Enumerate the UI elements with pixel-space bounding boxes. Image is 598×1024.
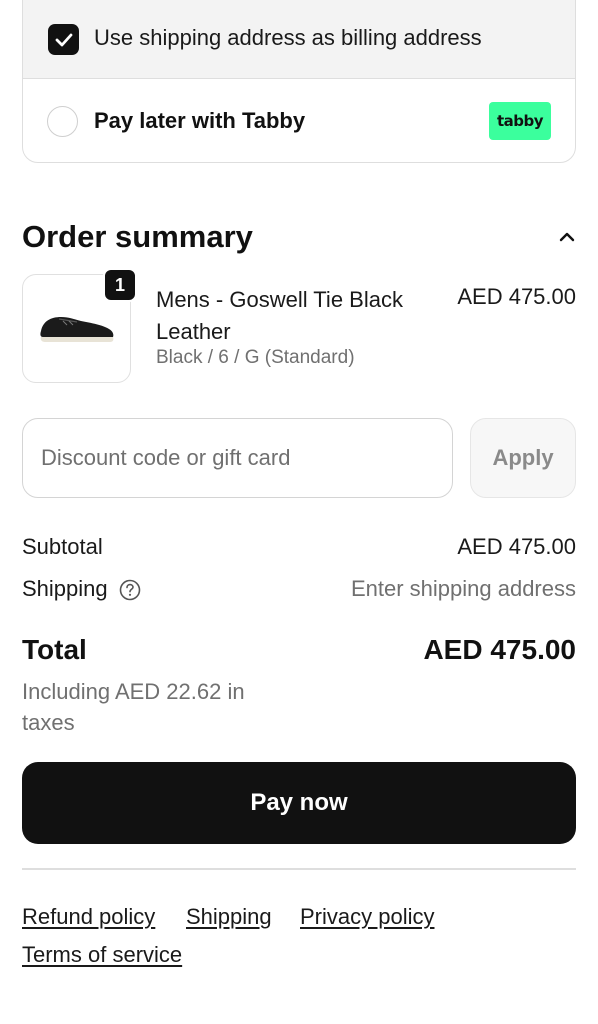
- shoe-image: [39, 316, 113, 342]
- subtotal-label: Subtotal: [22, 534, 103, 559]
- billing-same-option[interactable]: Use shipping address as billing address: [23, 0, 575, 79]
- product-name: Mens - Goswell Tie Black Leather: [156, 287, 403, 344]
- refund-policy-link[interactable]: Refund policy: [22, 904, 155, 930]
- total-label: Total: [22, 634, 87, 665]
- order-summary-title: Order summary: [22, 219, 253, 254]
- checkmark-icon: [55, 33, 72, 46]
- pay-now-button[interactable]: Pay now: [22, 762, 576, 844]
- footer-divider: [22, 868, 576, 870]
- tabby-logo: tabby: [489, 102, 551, 140]
- billing-same-label: Use shipping address as billing address: [94, 25, 482, 50]
- chevron-up-icon[interactable]: [556, 228, 578, 246]
- product-variant: Black / 6 / G (Standard): [156, 347, 355, 368]
- terms-of-service-link[interactable]: Terms of service: [22, 942, 182, 968]
- total-value: AED 475.00: [423, 634, 576, 665]
- quantity-badge: 1: [103, 268, 137, 302]
- privacy-policy-link[interactable]: Privacy policy: [300, 904, 434, 930]
- payment-options-box: Use shipping address as billing address …: [22, 0, 576, 163]
- shipping-policy-link[interactable]: Shipping: [186, 904, 272, 930]
- tabby-radio[interactable]: [47, 106, 78, 137]
- discount-code-input[interactable]: [22, 418, 453, 498]
- tax-note: Including AED 22.62 in taxes: [22, 679, 245, 735]
- tabby-option[interactable]: Pay later with Tabby tabby: [23, 80, 575, 162]
- tabby-label: Pay later with Tabby: [94, 108, 306, 133]
- apply-discount-button[interactable]: Apply: [470, 418, 576, 498]
- subtotal-value: AED 475.00: [457, 534, 576, 559]
- billing-same-checkbox[interactable]: [48, 24, 79, 55]
- shipping-label: Shipping: [22, 576, 108, 601]
- help-icon[interactable]: [119, 579, 141, 601]
- product-price: AED 475.00: [457, 284, 576, 309]
- shipping-value: Enter shipping address: [350, 576, 576, 601]
